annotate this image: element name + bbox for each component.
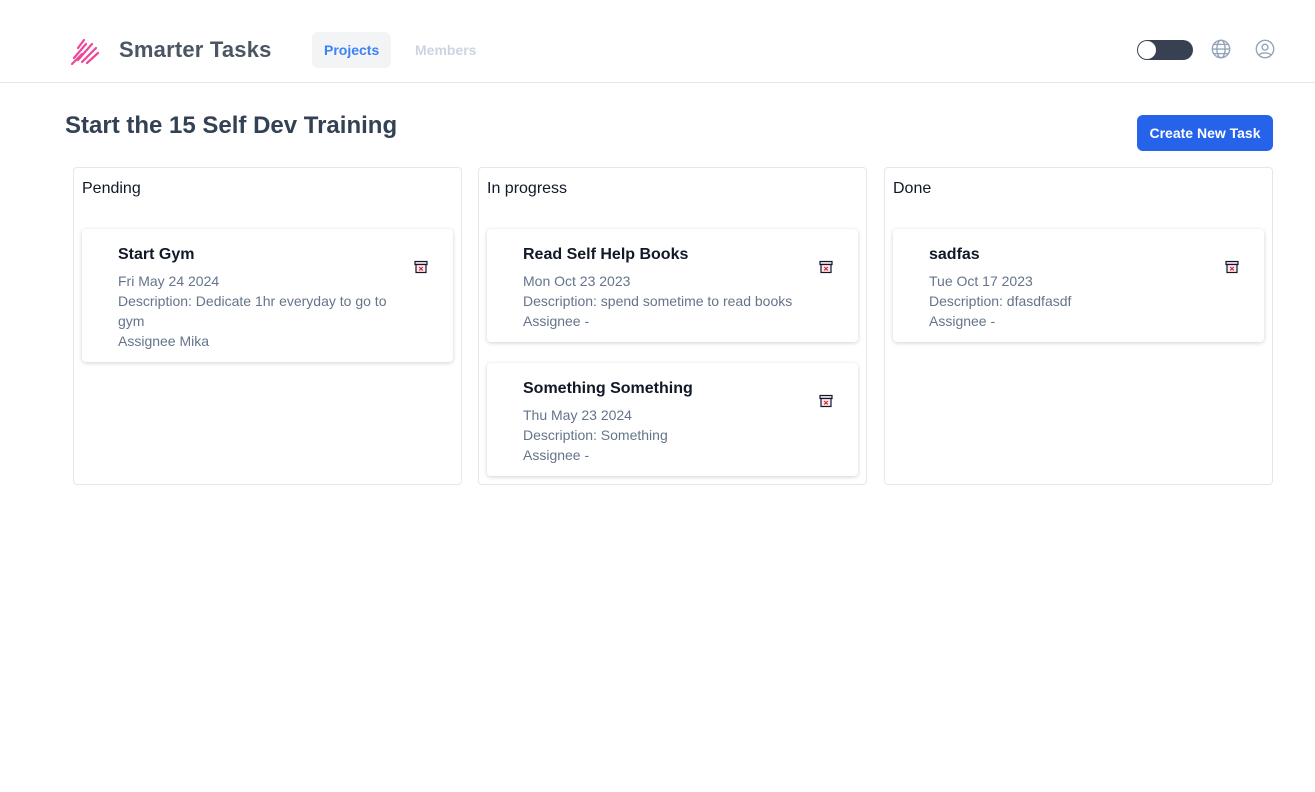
create-new-task-button[interactable]: Create New Task xyxy=(1137,115,1273,151)
app-title[interactable]: Smarter Tasks xyxy=(119,37,272,63)
delete-icon[interactable] xyxy=(819,394,833,408)
page-title: Start the 15 Self Dev Training xyxy=(65,112,398,139)
column-in-progress: In progress Read Self Help Books Mon Oct… xyxy=(478,167,867,485)
task-description: Description: spend sometime to read book… xyxy=(523,293,793,309)
task-card[interactable]: Read Self Help Books Mon Oct 23 2023 Des… xyxy=(487,229,858,342)
task-card[interactable]: sadfas Tue Oct 17 2023 Description: dfas… xyxy=(893,229,1264,342)
task-description: Description: Dedicate 1hr everyday to go… xyxy=(118,293,387,309)
column-title: Pending xyxy=(82,180,141,197)
column-title: Done xyxy=(893,180,932,197)
task-date: Tue Oct 17 2023 xyxy=(929,273,1033,289)
delete-icon[interactable] xyxy=(414,260,428,274)
logo-icon[interactable] xyxy=(68,34,102,68)
nav-tab-members[interactable]: Members xyxy=(403,32,488,68)
task-date: Mon Oct 23 2023 xyxy=(523,273,631,289)
task-date: Fri May 24 2024 xyxy=(118,273,220,289)
toggle-knob xyxy=(1138,41,1156,59)
top-navbar: Smarter Tasks Projects Members xyxy=(0,0,1315,83)
globe-icon[interactable] xyxy=(1210,38,1232,60)
column-done: Done sadfas Tue Oct 17 2023 Description:… xyxy=(884,167,1273,485)
task-description: Description: Something xyxy=(523,427,668,443)
task-assignee: Assignee - xyxy=(523,313,590,329)
task-card[interactable]: Start Gym Fri May 24 2024 Description: D… xyxy=(82,229,453,362)
task-assignee: Assignee Mika xyxy=(118,333,210,349)
task-title[interactable]: Start Gym xyxy=(118,246,194,264)
column-pending: Pending Start Gym Fri May 24 2024 Descri… xyxy=(73,167,462,485)
delete-icon[interactable] xyxy=(819,260,833,274)
task-description: Description: dfasdfasdf xyxy=(929,293,1072,309)
task-title[interactable]: Something Something xyxy=(523,380,693,398)
user-icon[interactable] xyxy=(1254,38,1276,60)
task-title[interactable]: sadfas xyxy=(929,246,980,264)
task-card[interactable]: Something Something Thu May 23 2024 Desc… xyxy=(487,363,858,476)
task-title[interactable]: Read Self Help Books xyxy=(523,246,688,264)
task-assignee: Assignee - xyxy=(523,447,590,463)
task-date: Thu May 23 2024 xyxy=(523,407,632,423)
task-assignee: Assignee - xyxy=(929,313,996,329)
column-title: In progress xyxy=(487,180,568,197)
task-description-cont: gym xyxy=(118,313,145,329)
delete-icon[interactable] xyxy=(1225,260,1239,274)
nav-tab-projects[interactable]: Projects xyxy=(312,32,392,68)
theme-toggle[interactable] xyxy=(1137,40,1193,60)
